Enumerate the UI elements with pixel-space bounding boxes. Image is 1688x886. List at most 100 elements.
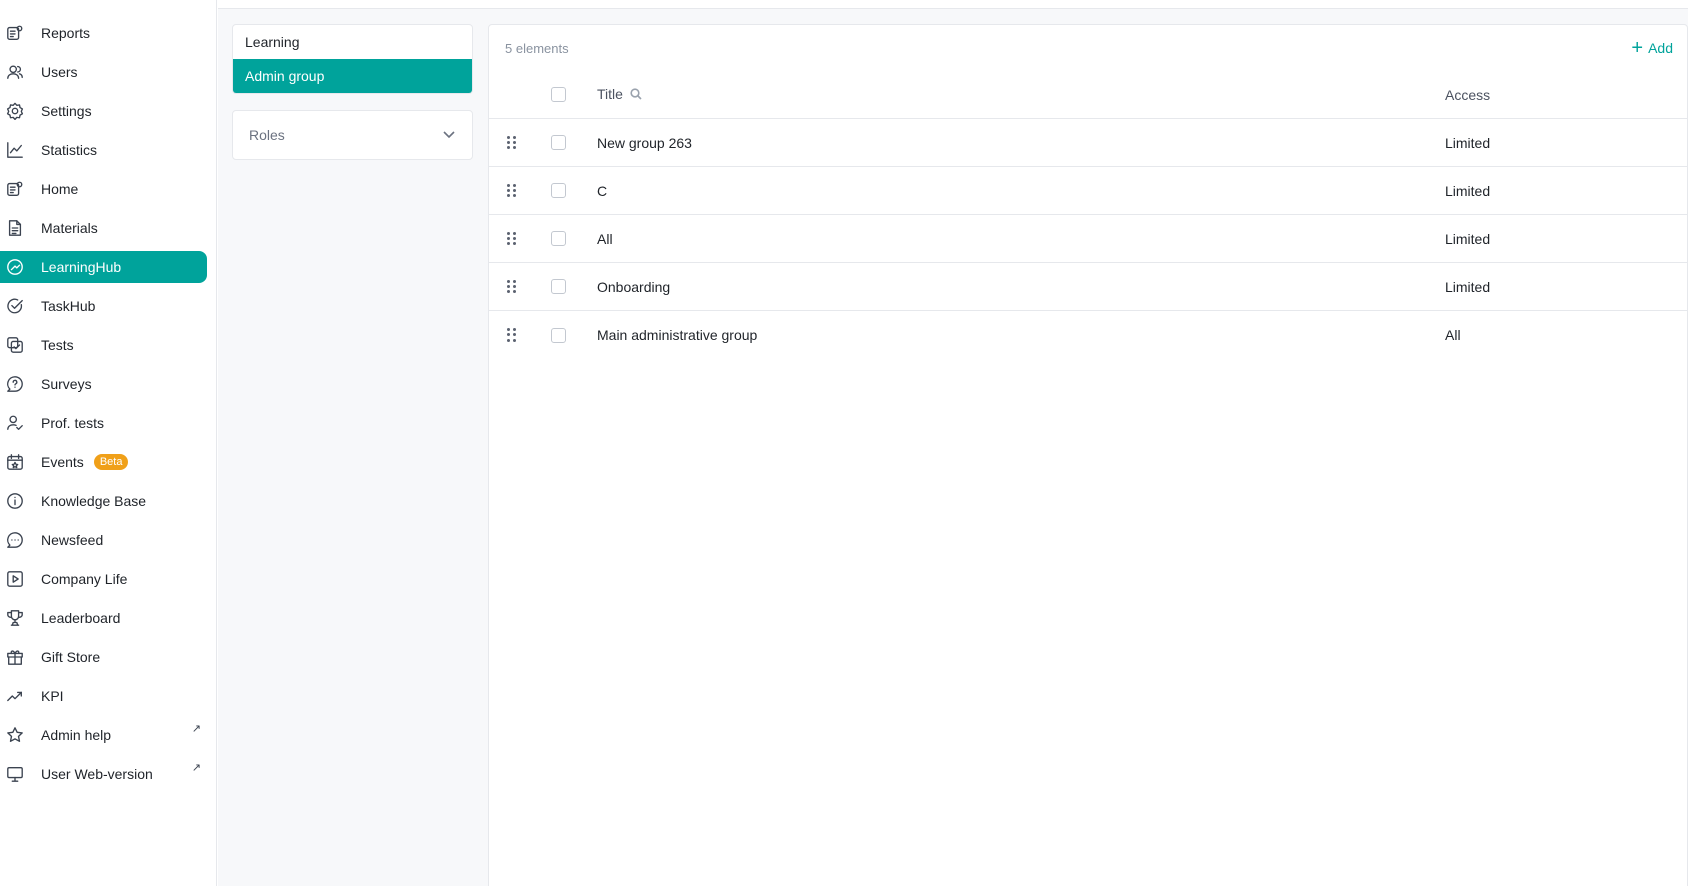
row-title: New group 263 <box>597 134 692 151</box>
info-icon <box>5 491 25 511</box>
sidebar-item-kpi[interactable]: KPI <box>0 680 207 712</box>
table-row[interactable]: Onboarding Limited <box>489 263 1687 311</box>
users-icon <box>5 62 25 82</box>
play-icon <box>5 569 25 589</box>
home-icon <box>5 179 25 199</box>
tests-icon <box>5 335 25 355</box>
roles-dropdown[interactable]: Roles <box>232 110 473 160</box>
element-count: 5 elements <box>505 40 569 56</box>
sidebar-item-taskhub[interactable]: TaskHub <box>0 290 207 322</box>
sidebar-item-label: Admin help <box>41 727 112 743</box>
star-icon <box>5 725 25 745</box>
group-item-learning[interactable]: Learning <box>233 25 472 59</box>
groups-panel: Learning Admin group Roles <box>232 24 473 160</box>
table-row[interactable]: C Limited <box>489 167 1687 215</box>
column-title-label: Title <box>597 85 623 102</box>
sidebar-item-label: Statistics <box>41 142 98 158</box>
table-row[interactable]: Main administrative group All <box>489 311 1687 359</box>
drag-handle-icon[interactable] <box>507 279 517 294</box>
column-header-access: Access <box>1445 86 1491 103</box>
external-link-icon: ↗ <box>191 762 201 774</box>
roles-label: Roles <box>249 127 285 143</box>
sidebar-item-label: KPI <box>41 688 64 704</box>
drag-handle-icon[interactable] <box>507 135 517 150</box>
gift-icon <box>5 647 25 667</box>
trophy-icon <box>5 608 25 628</box>
sidebar-item-label: Prof. tests <box>41 415 105 431</box>
row-access: Limited <box>1445 182 1491 199</box>
sidebar-item-tests[interactable]: Tests <box>0 329 207 361</box>
monitor-icon <box>5 764 25 784</box>
sidebar-item-leaderboard[interactable]: Leaderboard <box>0 602 207 634</box>
sidebar-item-label: Users <box>41 64 78 80</box>
user-check-icon <box>5 413 25 433</box>
table-header-bar: 5 elements + Add <box>489 25 1687 71</box>
sidebar-item-surveys[interactable]: Surveys <box>0 368 207 400</box>
row-checkbox[interactable] <box>551 327 566 343</box>
sidebar-item-label: Newsfeed <box>41 532 104 548</box>
row-checkbox[interactable] <box>551 135 566 150</box>
row-access: Limited <box>1445 230 1491 247</box>
search-icon[interactable] <box>630 87 642 103</box>
external-link-icon: ↗ <box>191 723 201 735</box>
document-icon <box>5 218 25 238</box>
question-bubble-icon <box>5 374 25 394</box>
check-circle-icon <box>5 296 25 316</box>
sidebar-item-prof-tests[interactable]: Prof. tests <box>0 407 207 439</box>
sidebar-item-knowledge-base[interactable]: Knowledge Base <box>0 485 207 517</box>
sidebar-item-users[interactable]: Users <box>0 56 207 88</box>
sidebar-item-admin-help[interactable]: Admin help ↗ <box>0 719 207 751</box>
reports-icon <box>5 23 25 43</box>
drag-handle-icon[interactable] <box>507 231 517 246</box>
sidebar-item-settings[interactable]: Settings <box>0 95 207 127</box>
sidebar-item-label: TaskHub <box>41 298 96 314</box>
add-button-label: Add <box>1648 40 1673 56</box>
main-content: Learning Admin group Roles 5 elements + … <box>218 8 1688 886</box>
row-checkbox[interactable] <box>551 183 566 198</box>
chevron-down-icon <box>442 127 456 144</box>
row-title: C <box>597 182 608 199</box>
select-all-checkbox[interactable] <box>551 87 566 102</box>
row-checkbox[interactable] <box>551 231 566 246</box>
column-header-title[interactable]: Title <box>597 86 642 103</box>
table-header-row: Title Access <box>489 71 1687 119</box>
sidebar-item-label: Reports <box>41 25 91 41</box>
row-title: All <box>597 230 613 247</box>
sidebar-item-gift-store[interactable]: Gift Store <box>0 641 207 673</box>
sidebar-item-label: Company Life <box>41 571 128 587</box>
sidebar: Reports Users Settings Statistics Home M… <box>0 0 217 886</box>
sidebar-item-label: Leaderboard <box>41 610 121 626</box>
sidebar-item-label: Settings <box>41 103 92 119</box>
sidebar-item-label: Gift Store <box>41 649 101 665</box>
sidebar-item-learninghub[interactable]: LearningHub <box>0 251 207 283</box>
row-checkbox[interactable] <box>551 279 566 294</box>
table-row[interactable]: All Limited <box>489 215 1687 263</box>
drag-handle-icon[interactable] <box>507 328 517 342</box>
add-button[interactable]: + Add <box>1631 37 1673 59</box>
sidebar-item-user-web-version[interactable]: User Web-version ↗ <box>0 758 207 790</box>
row-access: Limited <box>1445 134 1491 151</box>
trend-up-icon <box>5 686 25 706</box>
table-row[interactable]: New group 263 Limited <box>489 119 1687 167</box>
chat-bubble-icon <box>5 530 25 550</box>
row-title: Main administrative group <box>597 327 758 343</box>
sidebar-item-newsfeed[interactable]: Newsfeed <box>0 524 207 556</box>
group-item-admin-group[interactable]: Admin group <box>233 59 472 93</box>
gear-icon <box>5 101 25 121</box>
line-chart-icon <box>5 140 25 160</box>
drag-handle-icon[interactable] <box>507 183 517 198</box>
sidebar-item-materials[interactable]: Materials <box>0 212 207 244</box>
sidebar-item-home[interactable]: Home <box>0 173 207 205</box>
sidebar-item-reports[interactable]: Reports <box>0 17 207 49</box>
sidebar-item-statistics[interactable]: Statistics <box>0 134 207 166</box>
calendar-star-icon <box>5 452 25 472</box>
sidebar-item-company-life[interactable]: Company Life <box>0 563 207 595</box>
plus-icon: + <box>1631 37 1644 59</box>
row-access: Limited <box>1445 278 1491 295</box>
beta-badge: Beta <box>93 454 129 470</box>
sidebar-item-label: User Web-version <box>41 766 153 782</box>
sidebar-item-label: Materials <box>41 220 98 236</box>
sidebar-item-label: LearningHub <box>41 259 122 275</box>
sidebar-item-events[interactable]: Events Beta <box>0 446 207 478</box>
row-title: Onboarding <box>597 278 671 295</box>
